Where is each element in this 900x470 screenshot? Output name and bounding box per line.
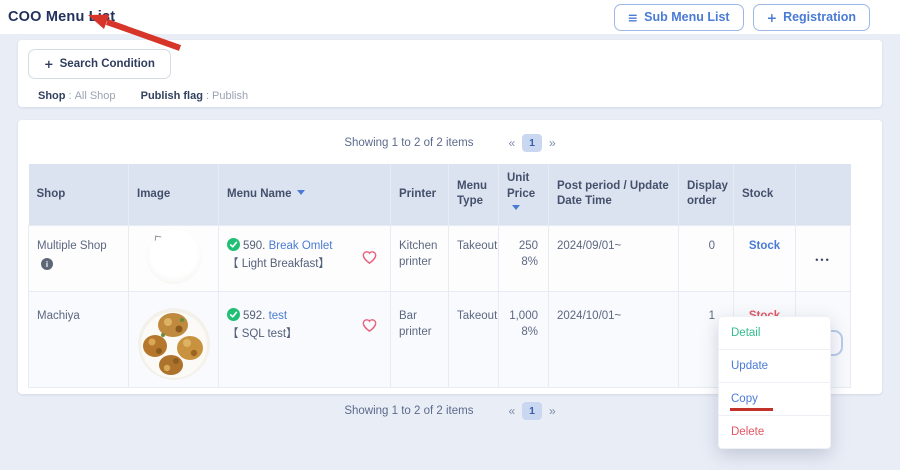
publish-flag-value: Publish <box>212 90 248 102</box>
published-check-icon <box>227 238 240 251</box>
menu-item-copy[interactable]: Copy <box>719 383 830 416</box>
favorite-heart-icon[interactable] <box>361 317 378 333</box>
registration-label: Registration <box>783 10 856 25</box>
header-printer: Printer <box>391 164 449 225</box>
pagination-summary: Showing 1 to 2 of 2 items <box>344 137 473 149</box>
menu-name-link[interactable]: Break Omlet <box>269 240 333 252</box>
menu-number: 590. <box>243 240 265 252</box>
broken-image-icon <box>154 235 161 241</box>
publish-flag-label: Publish flag <box>141 90 203 102</box>
row-actions-button[interactable]: ••• <box>809 251 836 269</box>
published-check-icon <box>227 308 240 321</box>
cell-post-period: 2024/10/01~ <box>549 291 679 387</box>
header-menu-name[interactable]: Menu Name <box>219 164 391 225</box>
cell-menu-type: Takeout <box>449 291 499 387</box>
menu-item-delete[interactable]: Delete <box>719 416 830 448</box>
registration-button[interactable]: + Registration <box>753 4 870 31</box>
header-image: Image <box>129 164 219 225</box>
copy-underline-annotation <box>730 408 773 411</box>
cell-menu-name: 590. Break Omlet 【 Light Breakfast】 <box>219 225 391 291</box>
cell-menu-type: Takeout <box>449 225 499 291</box>
pagination-next-button[interactable]: » <box>549 136 556 150</box>
header-actions <box>796 164 851 225</box>
pagination-next-button[interactable]: » <box>549 404 556 418</box>
pagination-prev-button[interactable]: « <box>508 404 515 418</box>
menu-item-update[interactable]: Update <box>719 350 830 383</box>
cell-unit-price: 1,000 8% <box>499 291 549 387</box>
cell-post-period: 2024/09/01~ <box>549 225 679 291</box>
pagination-page-1-button[interactable]: 1 <box>522 402 542 420</box>
sub-menu-list-label: Sub Menu List <box>644 10 729 25</box>
header-menu-type: Menu Type <box>449 164 499 225</box>
search-condition-button[interactable]: + Search Condition <box>28 49 171 79</box>
cell-stock: Stock <box>734 225 796 291</box>
table-header-row: Shop Image Menu Name Printer Menu Type U… <box>29 164 851 225</box>
menu-photo-placeholder <box>146 228 202 284</box>
menu-photo <box>138 308 210 380</box>
menu-subtitle: 【 Light Breakfast】 <box>227 256 356 272</box>
header-post-period: Post period / Update Date Time <box>549 164 679 225</box>
cell-shop: Machiya <box>29 291 129 387</box>
page-title: COO Menu List <box>8 9 115 25</box>
sort-desc-icon[interactable] <box>297 190 305 195</box>
price-value: 1,000 <box>507 308 538 324</box>
stock-link[interactable]: Stock <box>749 240 780 252</box>
pagination-top: Showing 1 to 2 of 2 items « 1 » <box>28 134 872 152</box>
table-row: Multiple Shopi 590. Break Omlet 【 Light … <box>29 225 851 291</box>
pagination-page-1-button[interactable]: 1 <box>522 134 542 152</box>
cell-actions: ••• <box>796 225 851 291</box>
sort-desc-icon[interactable] <box>512 205 520 210</box>
topbar-actions: ≡ Sub Menu List + Registration <box>614 4 870 31</box>
cell-printer: Bar printer <box>391 291 449 387</box>
menu-number: 592. <box>243 310 265 322</box>
active-filters: Shop:All Shop Publish flag:Publish <box>38 90 872 102</box>
cell-unit-price: 250 8% <box>499 225 549 291</box>
header-shop: Shop <box>29 164 129 225</box>
tax-rate: 8% <box>507 324 538 340</box>
row-action-menu: Detail Update Copy Delete <box>718 316 831 449</box>
tax-rate: 8% <box>507 254 538 270</box>
header-unit-price[interactable]: Unit Price <box>499 164 549 225</box>
menu-subtitle: 【 SQL test】 <box>227 326 356 342</box>
plus-icon: + <box>767 10 777 25</box>
cell-menu-name: 592. test 【 SQL test】 <box>219 291 391 387</box>
cell-shop: Multiple Shopi <box>29 225 129 291</box>
header-stock: Stock <box>734 164 796 225</box>
sub-menu-list-button[interactable]: ≡ Sub Menu List <box>614 4 744 31</box>
cell-printer: Kitchen printer <box>391 225 449 291</box>
plus-icon: + <box>44 57 54 71</box>
cell-image <box>129 225 219 291</box>
shop-filter-label: Shop <box>38 90 66 102</box>
search-condition-card: + Search Condition Shop:All Shop Publish… <box>18 40 882 107</box>
hamburger-icon: ≡ <box>628 10 638 25</box>
price-value: 250 <box>507 238 538 254</box>
cell-display-order: 0 <box>679 225 734 291</box>
pagination-prev-button[interactable]: « <box>508 136 515 150</box>
cell-image <box>129 291 219 387</box>
shop-filter-value: All Shop <box>75 90 116 102</box>
pagination-summary: Showing 1 to 2 of 2 items <box>344 405 473 417</box>
search-condition-label: Search Condition <box>60 58 155 70</box>
top-bar: COO Menu List ≡ Sub Menu List + Registra… <box>0 0 900 34</box>
publish-flag-filter: Publish flag:Publish <box>141 90 248 102</box>
menu-item-detail[interactable]: Detail <box>719 317 830 350</box>
info-icon[interactable]: i <box>41 258 53 270</box>
header-display-order: Display order <box>679 164 734 225</box>
favorite-heart-icon[interactable] <box>361 249 378 265</box>
shop-filter: Shop:All Shop <box>38 90 116 102</box>
menu-name-link[interactable]: test <box>269 310 288 322</box>
